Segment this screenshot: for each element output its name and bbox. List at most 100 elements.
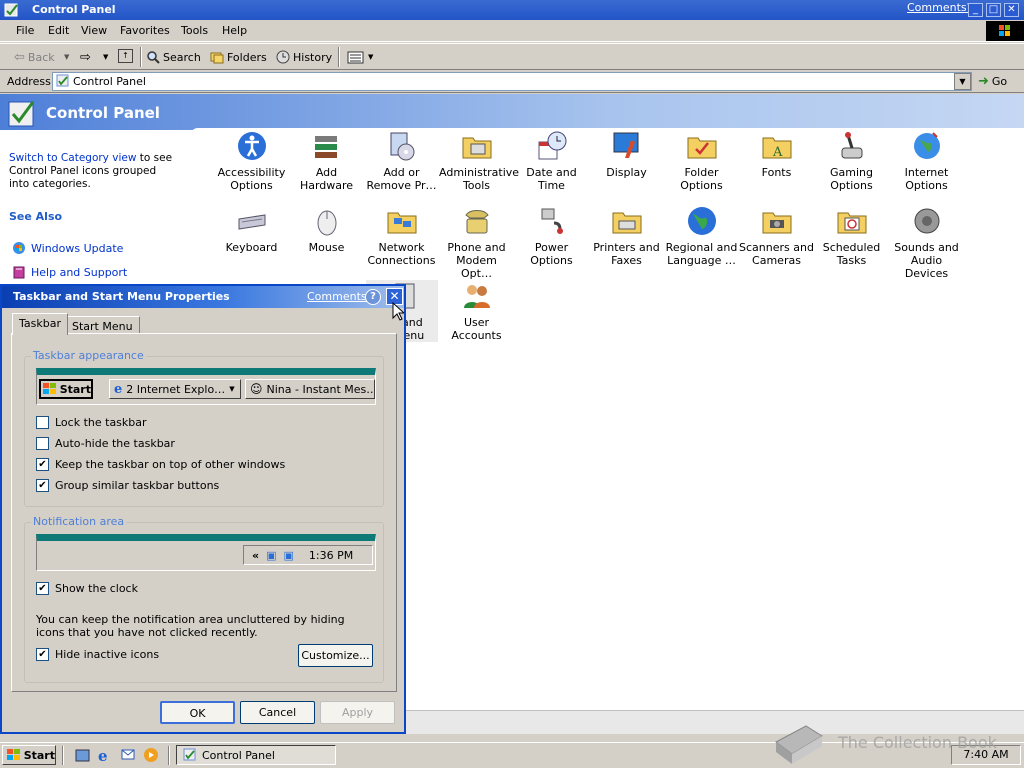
back-button[interactable]: ⇦ Back bbox=[14, 48, 55, 66]
menu-bar: File Edit View Favorites Tools Help bbox=[0, 20, 1024, 42]
windows-flag-icon bbox=[7, 749, 20, 760]
back-dropdown-icon[interactable]: ▼ bbox=[64, 53, 69, 61]
maximize-button[interactable]: □ bbox=[986, 3, 1001, 17]
menu-help[interactable]: Help bbox=[222, 24, 247, 37]
cancel-button[interactable]: Cancel bbox=[240, 701, 315, 724]
cp-item[interactable]: Regional and Language … bbox=[664, 205, 739, 267]
windows-update-link[interactable]: Windows Update bbox=[12, 241, 123, 255]
address-label: Address bbox=[7, 75, 51, 88]
hide-inactive-checkbox[interactable]: ✔ Hide inactive icons bbox=[36, 648, 159, 661]
cp-item[interactable]: Accessibility Options bbox=[214, 130, 289, 192]
cp-item[interactable]: Display bbox=[589, 130, 664, 179]
cp-item[interactable]: Scheduled Tasks bbox=[814, 205, 889, 267]
menu-file[interactable]: File bbox=[16, 24, 34, 37]
network-connections-icon bbox=[387, 212, 416, 234]
switch-category-view-link[interactable]: Switch to Category view bbox=[9, 152, 136, 164]
keep-on-top-checkbox[interactable]: ✔ Keep the taskbar on top of other window… bbox=[36, 458, 285, 471]
help-icon[interactable]: ? bbox=[365, 289, 381, 305]
taskbar-preview: Start e 2 Internet Explo… ▼ ☺ Nina - Ins… bbox=[36, 368, 376, 405]
show-desktop-icon[interactable] bbox=[75, 747, 92, 764]
ok-button[interactable]: OK bbox=[160, 701, 235, 724]
internet-options-icon bbox=[913, 132, 940, 159]
cp-item[interactable]: Phone and Modem Opt… bbox=[439, 205, 514, 280]
help-support-link[interactable]: Help and Support bbox=[12, 265, 127, 279]
media-player-icon[interactable] bbox=[143, 747, 160, 764]
window-titlebar[interactable]: Control Panel Comments? _ □ ✕ bbox=[0, 0, 1024, 20]
regional-language-icon bbox=[687, 207, 716, 235]
gaming-options-icon bbox=[841, 132, 862, 159]
forward-arrow-icon[interactable]: ⇨ bbox=[80, 50, 91, 65]
search-button[interactable]: Search bbox=[146, 48, 201, 66]
tray-time: 1:36 PM bbox=[308, 548, 354, 562]
cp-item[interactable]: Mouse bbox=[289, 205, 364, 254]
sounds-audio-icon bbox=[914, 208, 939, 234]
cp-item[interactable]: Keyboard bbox=[214, 205, 289, 254]
toolbar-separator bbox=[140, 47, 142, 67]
admin-tools-icon bbox=[462, 137, 491, 159]
tab-taskbar[interactable]: Taskbar bbox=[12, 313, 68, 335]
cp-item[interactable]: Add Hardware bbox=[289, 130, 364, 192]
forward-dropdown-icon[interactable]: ▼ bbox=[103, 53, 108, 61]
comments-link[interactable]: Comments? bbox=[907, 1, 972, 14]
menu-edit[interactable]: Edit bbox=[48, 24, 69, 37]
category-view-hint: Switch to Category view to see Control P… bbox=[9, 152, 173, 190]
views-button[interactable]: ▼ bbox=[347, 48, 373, 66]
checkmark-icon: ✔ bbox=[36, 458, 49, 471]
start-button[interactable]: Start bbox=[2, 745, 56, 765]
cp-item[interactable]: Sounds and Audio Devices bbox=[889, 205, 964, 280]
minimize-button[interactable]: _ bbox=[968, 3, 983, 17]
cp-item[interactable]: User Accounts bbox=[439, 280, 514, 342]
go-arrow-icon: ➜ bbox=[978, 74, 989, 89]
cp-item[interactable]: Add or Remove Pr… bbox=[364, 130, 439, 192]
cp-item[interactable]: Printers and Faxes bbox=[589, 205, 664, 267]
preview-ie-group-button: e 2 Internet Explo… ▼ bbox=[109, 379, 241, 399]
outlook-express-icon[interactable] bbox=[120, 747, 137, 764]
dialog-title: Taskbar and Start Menu Properties bbox=[13, 290, 230, 303]
menu-tools[interactable]: Tools bbox=[181, 24, 208, 37]
checkmark-icon: ✔ bbox=[36, 648, 49, 661]
cp-item[interactable]: Gaming Options bbox=[814, 130, 889, 192]
cp-item[interactable]: Internet Options bbox=[889, 130, 964, 192]
close-button[interactable]: ✕ bbox=[1004, 3, 1019, 17]
ie-quicklaunch-icon[interactable]: e bbox=[98, 747, 115, 765]
lock-taskbar-checkbox[interactable]: Lock the taskbar bbox=[36, 416, 147, 429]
windows-update-icon bbox=[13, 242, 25, 254]
cp-item[interactable]: Power Options bbox=[514, 205, 589, 267]
standard-toolbar: ⇦ Back ▼ ⇨ ▼ ↑ Search Folders History ▼ bbox=[0, 43, 1024, 70]
menu-view[interactable]: View bbox=[81, 24, 107, 37]
cp-item[interactable]: A Fonts bbox=[739, 130, 814, 179]
customize-button[interactable]: Customize... bbox=[298, 644, 373, 667]
show-clock-checkbox[interactable]: ✔ Show the clock bbox=[36, 582, 138, 595]
apply-button[interactable]: Apply bbox=[320, 701, 395, 724]
taskbar-button-control-panel[interactable]: Control Panel bbox=[176, 745, 336, 765]
group-buttons-checkbox[interactable]: ✔ Group similar taskbar buttons bbox=[36, 479, 219, 492]
cp-item[interactable]: Folder Options bbox=[664, 130, 739, 192]
address-dropdown-icon[interactable]: ▼ bbox=[954, 73, 971, 90]
address-value: Control Panel bbox=[73, 75, 146, 88]
scanners-cameras-icon bbox=[762, 212, 791, 234]
menu-favorites[interactable]: Favorites bbox=[120, 24, 170, 37]
cp-item[interactable]: Administrative Tools bbox=[439, 130, 519, 192]
folders-icon bbox=[210, 52, 224, 64]
control-panel-small-icon bbox=[183, 748, 196, 761]
cp-item[interactable]: Scanners and Cameras bbox=[739, 205, 814, 267]
taskbar-properties-dialog: Taskbar and Start Menu Properties Commen… bbox=[0, 284, 406, 734]
cp-item[interactable]: Network Connections bbox=[364, 205, 439, 267]
dialog-titlebar[interactable]: Taskbar and Start Menu Properties Commen… bbox=[2, 286, 404, 308]
history-button[interactable]: History bbox=[276, 48, 332, 66]
address-input[interactable] bbox=[52, 72, 972, 91]
watermark-text: The Collection Book bbox=[838, 733, 997, 752]
control-panel-icon bbox=[4, 3, 18, 17]
auto-hide-checkbox[interactable]: Auto-hide the taskbar bbox=[36, 437, 175, 450]
keyboard-icon bbox=[238, 214, 265, 230]
up-folder-icon[interactable]: ↑ bbox=[118, 49, 133, 63]
dialog-comments-link[interactable]: Comments? bbox=[307, 290, 372, 303]
folders-button[interactable]: Folders bbox=[210, 48, 267, 66]
toolbar-separator bbox=[338, 47, 340, 67]
cp-item[interactable]: Date and Time bbox=[514, 130, 589, 192]
go-button[interactable]: ➜ Go bbox=[978, 73, 1020, 90]
tab-start-menu[interactable]: Start Menu bbox=[65, 316, 140, 334]
preview-messenger-button: ☺ Nina - Instant Mes… bbox=[245, 379, 375, 399]
control-panel-small-icon bbox=[56, 74, 69, 87]
taskbar-separator bbox=[168, 746, 170, 765]
